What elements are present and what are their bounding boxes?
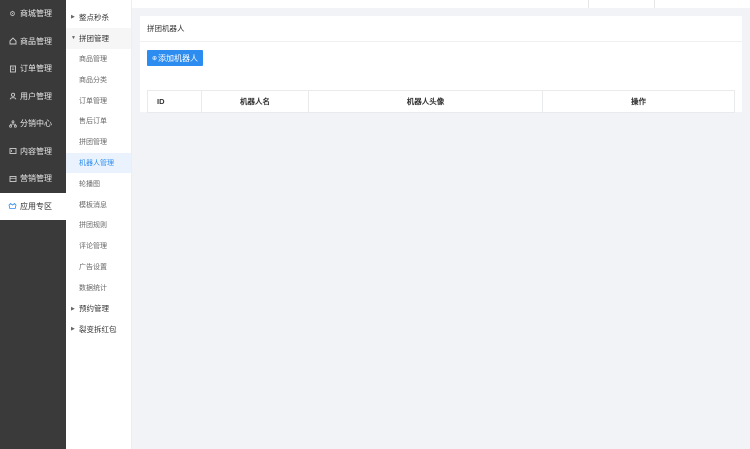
add-robot-button-label: 添加机器人 [158,53,199,63]
submenu-label: 商品分类 [79,76,107,84]
submenu-label: 售后订单 [79,118,107,126]
column-header-name[interactable]: 机器人名 [201,90,309,113]
column-header-actions[interactable]: 操作 [542,90,735,113]
submenu-label: 模板消息 [79,201,107,209]
submenu-group-flash-sale[interactable]: ▶ 整点秒杀 [66,7,131,28]
home-icon [8,37,17,46]
nav-item-apps[interactable]: 应用专区 [0,192,66,220]
column-header-avatar[interactable]: 机器人头像 [308,90,543,113]
nav-item-distribution[interactable]: 分销中心 [0,110,66,138]
chevron-down-icon: ▼ [71,35,76,42]
sub-nav: ▶ 整点秒杀 ▼ 拼团管理 商品管理 商品分类 订单管理 售后订单 拼团管理 机… [66,0,132,449]
submenu-label: 机器人管理 [79,159,114,167]
submenu-item-stats[interactable]: 数据统计 [66,277,131,298]
submenu-label: 商品管理 [79,55,107,63]
app-icon [8,202,17,211]
settings-icon: ⚙ [9,10,16,18]
nav-item-label: 内容管理 [20,146,52,156]
submenu-group-booking[interactable]: ▶ 预约管理 [66,298,131,319]
nav-item-label: 营销管理 [20,174,52,184]
nav-item-marketing[interactable]: 营销管理 [0,165,66,193]
submenu-label: 整点秒杀 [79,12,109,22]
nav-item-content[interactable]: 内容管理 [0,138,66,166]
nav-item-label: 订单管理 [20,64,52,74]
submenu-label: 广告设置 [79,263,107,271]
add-icon: ⊕ [152,55,158,62]
nav-item-label: 用户管理 [20,91,52,101]
add-robot-button[interactable]: ⊕ 添加机器人 [147,50,204,66]
content-icon [8,147,17,156]
chevron-right-icon: ▶ [71,326,75,333]
top-header [132,0,750,8]
nav-item-products[interactable]: 商品管理 [0,28,66,56]
submenu-item-templates[interactable]: 模板消息 [66,194,131,215]
user-icon [8,92,17,101]
submenu-group-red-packet[interactable]: ▶ 裂变拆红包 [66,319,131,340]
submenu-label: 数据统计 [79,284,107,292]
nav-item-mall[interactable]: ⚙ 商城管理 [0,0,66,28]
submenu-label: 裂变拆红包 [79,324,117,334]
header-divider [654,0,655,8]
submenu-item-orders[interactable]: 订单管理 [66,90,131,111]
page-title: 拼团机器人 [140,16,742,42]
content-card: 拼团机器人 ⊕ 添加机器人 ID 机器人名 机器人头像 操作 [140,16,742,113]
submenu-label: 拼团管理 [79,33,109,43]
chevron-right-icon: ▶ [71,14,75,21]
table-header-row: ID 机器人名 机器人头像 操作 [147,90,735,113]
clipboard-icon [8,64,17,73]
header-divider [588,0,589,8]
submenu-label: 轮播图 [79,180,100,188]
submenu-label: 拼团规则 [79,222,107,230]
nav-item-label: 分销中心 [20,119,52,129]
nav-item-users[interactable]: 用户管理 [0,83,66,111]
network-icon [8,119,17,128]
nav-item-label: 商城管理 [20,9,52,19]
nav-item-orders[interactable]: 订单管理 [0,55,66,83]
submenu-item-categories[interactable]: 商品分类 [66,69,131,90]
submenu-item-robots[interactable]: 机器人管理 [66,152,131,174]
nav-item-label: 应用专区 [20,201,52,211]
robot-table: ID 机器人名 机器人头像 操作 [147,90,735,113]
submenu-label: 预约管理 [79,304,109,314]
main-nav: ⚙ 商城管理 商品管理 订单管理 用户管理 分销中心 内容管理 营销管理 应用专… [0,0,66,449]
submenu-label: 评论管理 [79,243,107,251]
submenu-item-products[interactable]: 商品管理 [66,49,131,70]
submenu-group-group-buy[interactable]: ▼ 拼团管理 [66,27,131,49]
chevron-right-icon: ▶ [71,305,75,312]
nav-item-label: 商品管理 [20,36,52,46]
marketing-icon [8,174,17,183]
submenu-item-comments[interactable]: 评论管理 [66,236,131,257]
submenu-label: 订单管理 [79,97,107,105]
submenu-item-ads[interactable]: 广告设置 [66,257,131,278]
submenu-item-carousel[interactable]: 轮播图 [66,173,131,194]
submenu-item-rules[interactable]: 拼团规则 [66,215,131,236]
submenu-item-group-manage[interactable]: 拼团管理 [66,132,131,153]
submenu-label: 拼团管理 [79,139,107,147]
column-header-id[interactable]: ID [147,90,202,113]
submenu-item-after-sales[interactable]: 售后订单 [66,111,131,132]
